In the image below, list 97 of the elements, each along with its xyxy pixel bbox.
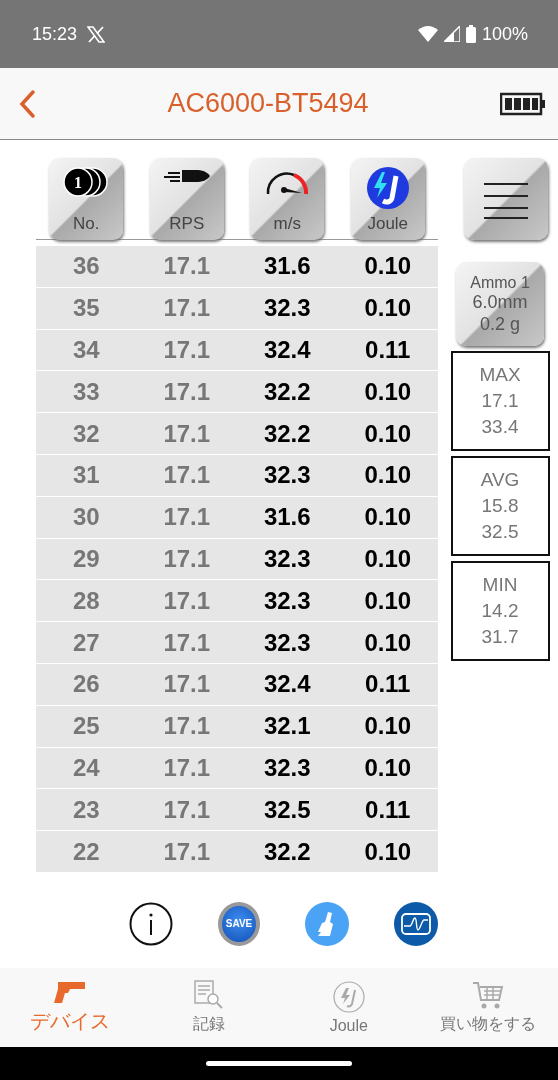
info-button[interactable] <box>129 901 173 946</box>
table-cell-text: 17.1 <box>162 461 212 490</box>
table-cell-text: 36 <box>71 252 101 281</box>
column-button[interactable]: Joule <box>350 158 425 240</box>
table-cell-text: 32.3 <box>262 461 312 490</box>
table-cell-text: 17.1 <box>162 712 212 741</box>
table-cell-text: 33 <box>71 377 101 406</box>
table-cell-text: 0.11 <box>364 336 412 364</box>
table-cell-text: 35 <box>71 294 101 323</box>
table-cell-text: 32.2 <box>262 837 312 866</box>
table-cell-text: 17.1 <box>162 753 212 782</box>
table-cell-text: 24 <box>71 753 101 782</box>
table-cell-text: 32.3 <box>262 586 312 615</box>
table-cell-text: 31.6 <box>262 503 312 532</box>
x-icon <box>87 25 106 43</box>
table-cell-text: 32 <box>71 419 101 448</box>
menu-icon <box>483 180 529 220</box>
table-cell-text: 32.3 <box>262 753 312 782</box>
device-battery-icon <box>500 91 546 116</box>
table-cell-text: 26 <box>71 670 101 699</box>
table-cell-text: 0.10 <box>363 461 413 490</box>
nav-tab[interactable]: 記録 <box>139 968 279 1047</box>
signal-icon <box>443 26 460 42</box>
joule-icon <box>332 980 365 1013</box>
device-title: AC6000-BT5494 <box>166 88 370 119</box>
table-cell-text: 32.4 <box>262 336 312 364</box>
table-cell-text: 32.2 <box>262 419 312 448</box>
back-icon[interactable] <box>18 88 36 119</box>
stat-label: AVG <box>480 469 520 491</box>
table-cell-text: 0.10 <box>363 544 413 573</box>
table-cell-text: 31.6 <box>262 252 312 281</box>
table-cell-text: 25 <box>71 712 101 741</box>
table-cell-text: 17.1 <box>162 586 212 615</box>
table-cell-text: 17.1 <box>162 544 212 573</box>
table-cell-text: 32.1 <box>262 712 312 741</box>
table-cell-text: 23 <box>71 795 101 824</box>
table-cell-text: 17.1 <box>162 252 212 281</box>
table-cell-text: 0.10 <box>363 837 413 866</box>
pistol-icon <box>53 980 86 1004</box>
save-button[interactable]: SAVE <box>218 901 260 946</box>
table-cell-text: 34 <box>71 336 101 364</box>
cart-icon <box>472 980 505 1010</box>
battery-percentage: 100% <box>481 23 528 45</box>
table-cell-text: 32.3 <box>262 544 312 573</box>
stat-value: 31.7 <box>481 626 519 648</box>
table-cell-text: 0.11 <box>364 670 412 699</box>
table-cell-text: 17.1 <box>162 294 212 323</box>
nav-tab[interactable]: デバイス <box>0 968 140 1047</box>
column-button[interactable]: m/s <box>250 158 325 240</box>
table-cell-text: 32.3 <box>262 628 312 657</box>
stat-label: MIN <box>482 574 518 596</box>
menu-button[interactable] <box>464 158 548 240</box>
stat-value: 14.2 <box>481 600 519 622</box>
table-cell-text: 17.1 <box>162 336 212 364</box>
table-cell-text: 0.10 <box>363 252 413 281</box>
table-cell-text: 0.10 <box>363 712 413 741</box>
stat-value: 15.8 <box>481 495 519 517</box>
nav-tab[interactable]: 買い物をする <box>418 968 558 1047</box>
table-cell-text: 0.10 <box>363 377 413 406</box>
table-cell-text: 32.3 <box>262 294 312 323</box>
table-cell-text: 17.1 <box>162 419 212 448</box>
status-time: 15:23 <box>32 23 78 45</box>
clear-button[interactable] <box>305 901 349 946</box>
stat-value: 32.5 <box>481 521 519 543</box>
wifi-icon <box>417 26 438 42</box>
table-cell-text: 0.10 <box>363 294 413 323</box>
table-cell-text: 31 <box>71 461 101 490</box>
table-cell-text: 0.10 <box>363 419 413 448</box>
table-cell-text: 17.1 <box>162 503 212 532</box>
stat-value: 33.4 <box>481 416 519 438</box>
column-button[interactable]: RPS <box>149 158 224 240</box>
table-cell-text: 17.1 <box>162 837 212 866</box>
graph-button[interactable] <box>394 901 438 946</box>
table-cell-text: 22 <box>71 837 101 866</box>
table-cell-text: 0.10 <box>363 628 413 657</box>
table-cell-text: 17.1 <box>162 628 212 657</box>
table-cell-text: 30 <box>71 503 101 532</box>
nav-tab[interactable]: Joule <box>279 968 419 1047</box>
battery-icon <box>465 25 476 43</box>
table-cell-text: 17.1 <box>162 670 212 699</box>
column-button[interactable]: 1 No. <box>49 158 124 240</box>
stat-label: MAX <box>479 364 521 386</box>
table-cell-text: 32.5 <box>262 795 312 824</box>
table-cell-text: 17.1 <box>162 795 212 824</box>
table-cell-text: 0.11 <box>364 795 412 824</box>
table-cell-text: 0.10 <box>363 503 413 532</box>
table-cell-text: 32.4 <box>262 670 312 699</box>
table-cell-text: 0.10 <box>363 586 413 615</box>
table-cell-text: 29 <box>71 544 101 573</box>
table-cell-text: 27 <box>71 628 101 657</box>
table-cell-text: 32.2 <box>262 377 312 406</box>
stat-value: 17.1 <box>481 390 519 412</box>
joule-icon <box>365 166 410 210</box>
ammo-button[interactable]: Ammo 1 6.0mm 0.2 g <box>456 262 544 346</box>
table-cell-text: 0.10 <box>363 753 413 782</box>
table-cell-text: 17.1 <box>162 377 212 406</box>
table-cell-text: 28 <box>71 586 101 615</box>
